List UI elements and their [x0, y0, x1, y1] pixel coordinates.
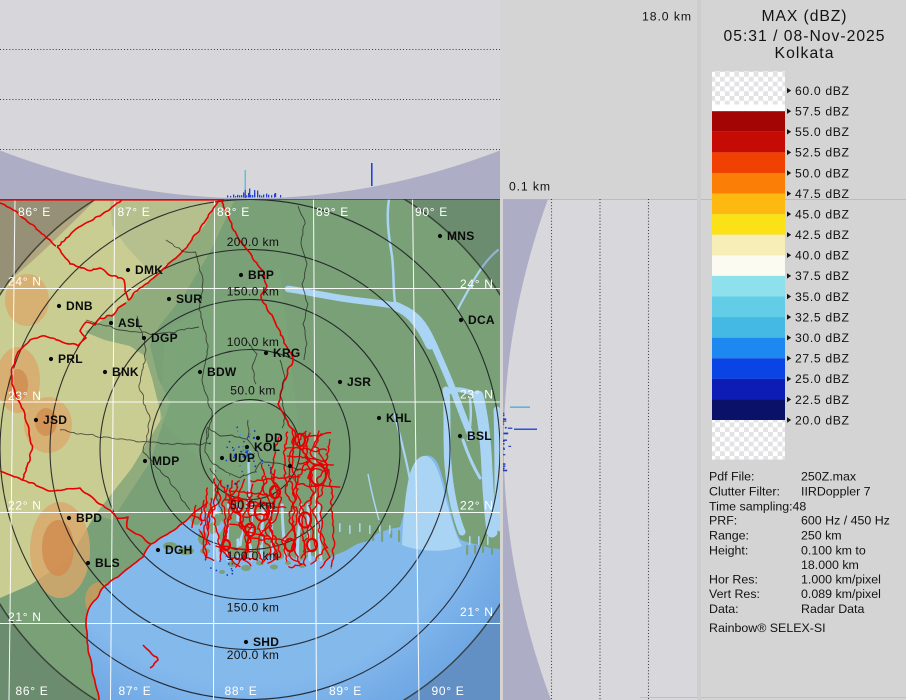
- svg-text:DNB: DNB: [66, 299, 93, 313]
- svg-text:Pdf File:: Pdf File:: [709, 470, 754, 484]
- svg-text:52.5 dBZ: 52.5 dBZ: [795, 146, 850, 160]
- svg-text:50.0 km: 50.0 km: [230, 498, 276, 512]
- svg-text:PRF:: PRF:: [709, 514, 737, 528]
- svg-text:24° N: 24° N: [8, 275, 42, 289]
- svg-text:Radar Data: Radar Data: [801, 602, 864, 616]
- svg-text:55.0 dBZ: 55.0 dBZ: [795, 125, 850, 139]
- svg-text:150.0 km: 150.0 km: [227, 601, 280, 615]
- svg-text:BNK: BNK: [112, 365, 139, 379]
- svg-text:22° N: 22° N: [8, 499, 42, 513]
- svg-text:47.5 dBZ: 47.5 dBZ: [795, 187, 850, 201]
- svg-text:60.0 dBZ: 60.0 dBZ: [795, 84, 850, 98]
- svg-text:SHD: SHD: [253, 635, 279, 649]
- svg-text:18.000 km: 18.000 km: [801, 558, 859, 572]
- svg-text:50.0 km: 50.0 km: [230, 384, 276, 398]
- svg-text:IIRDoppler 7: IIRDoppler 7: [801, 485, 871, 499]
- svg-text:25.0 dBZ: 25.0 dBZ: [795, 372, 850, 386]
- svg-text:23° N: 23° N: [8, 389, 42, 403]
- svg-text:250Z.max: 250Z.max: [801, 470, 857, 484]
- svg-text:Height:: Height:: [709, 544, 748, 558]
- svg-text:BDW: BDW: [207, 365, 237, 379]
- svg-text:90° E: 90° E: [415, 205, 448, 219]
- svg-text:30.0 dBZ: 30.0 dBZ: [795, 331, 850, 345]
- svg-text:DMK: DMK: [135, 263, 163, 277]
- svg-text:PRL: PRL: [58, 352, 83, 366]
- svg-text:KHL: KHL: [386, 411, 412, 425]
- svg-text:86° E: 86° E: [16, 684, 49, 698]
- svg-text:Clutter Filter:: Clutter Filter:: [709, 485, 780, 499]
- svg-text:BRP: BRP: [248, 268, 274, 282]
- svg-text:250 km: 250 km: [801, 529, 842, 543]
- svg-text:05:31 / 08-Nov-2025: 05:31 / 08-Nov-2025: [724, 28, 885, 45]
- svg-text:21° N: 21° N: [460, 605, 494, 619]
- svg-text:BPD: BPD: [76, 511, 102, 525]
- svg-text:0.089 km/pixel: 0.089 km/pixel: [801, 587, 881, 601]
- svg-text:100.0 km: 100.0 km: [227, 549, 280, 563]
- svg-text:DGP: DGP: [151, 331, 178, 345]
- svg-text:1.000 km/pixel: 1.000 km/pixel: [801, 573, 881, 587]
- svg-text:35.0 dBZ: 35.0 dBZ: [795, 290, 850, 304]
- svg-text:Vert Res:: Vert Res:: [709, 587, 760, 601]
- svg-text:Data:: Data:: [709, 602, 739, 616]
- svg-text:SUR: SUR: [176, 292, 202, 306]
- svg-text:BSL: BSL: [467, 429, 492, 443]
- svg-text:100.0 km: 100.0 km: [227, 335, 280, 349]
- svg-text:Kolkata: Kolkata: [775, 45, 834, 62]
- svg-text:87° E: 87° E: [119, 684, 152, 698]
- svg-text:45.0 dBZ: 45.0 dBZ: [795, 207, 850, 221]
- svg-text:86° E: 86° E: [18, 205, 51, 219]
- svg-text:JSR: JSR: [347, 375, 371, 389]
- svg-text:18.0 km: 18.0 km: [642, 10, 691, 24]
- svg-text:KRG: KRG: [273, 346, 301, 360]
- svg-text:21° N: 21° N: [8, 610, 42, 624]
- svg-text:22.5 dBZ: 22.5 dBZ: [795, 393, 850, 407]
- svg-text:MAX (dBZ): MAX (dBZ): [762, 8, 847, 25]
- svg-text:89° E: 89° E: [316, 205, 349, 219]
- svg-text:ASL: ASL: [118, 316, 143, 330]
- svg-text:JSD: JSD: [43, 413, 67, 427]
- svg-text:23° N: 23° N: [460, 388, 494, 402]
- svg-text:24° N: 24° N: [460, 277, 494, 291]
- svg-text:22° N: 22° N: [460, 499, 494, 513]
- svg-text:87° E: 87° E: [118, 205, 151, 219]
- svg-text:UDP: UDP: [229, 451, 255, 465]
- svg-text:0.100 km to: 0.100 km to: [801, 544, 866, 558]
- svg-text:Range:: Range:: [709, 529, 749, 543]
- svg-text:DGH: DGH: [165, 543, 193, 557]
- svg-text:40.0 dBZ: 40.0 dBZ: [795, 249, 850, 263]
- svg-text:200.0 km: 200.0 km: [227, 235, 280, 249]
- svg-text:0.1 km: 0.1 km: [509, 180, 550, 194]
- svg-text:MDP: MDP: [152, 454, 180, 468]
- svg-text:BLS: BLS: [95, 556, 120, 570]
- svg-text:27.5 dBZ: 27.5 dBZ: [795, 352, 850, 366]
- svg-text:150.0 km: 150.0 km: [227, 285, 280, 299]
- svg-text:600 Hz / 450 Hz: 600 Hz / 450 Hz: [801, 514, 890, 528]
- svg-text:DCA: DCA: [468, 313, 495, 327]
- svg-text:89° E: 89° E: [329, 684, 362, 698]
- svg-text:MNS: MNS: [447, 229, 475, 243]
- svg-text:42.5 dBZ: 42.5 dBZ: [795, 228, 850, 242]
- svg-text:37.5 dBZ: 37.5 dBZ: [795, 269, 850, 283]
- svg-text:Time sampling:48: Time sampling:48: [709, 500, 806, 514]
- svg-text:20.0 dBZ: 20.0 dBZ: [795, 413, 850, 427]
- svg-text:Rainbow® SELEX-SI: Rainbow® SELEX-SI: [709, 621, 826, 635]
- svg-text:32.5 dBZ: 32.5 dBZ: [795, 310, 850, 324]
- svg-text:90° E: 90° E: [432, 684, 465, 698]
- svg-text:KOL: KOL: [254, 440, 280, 454]
- svg-text:88° E: 88° E: [225, 684, 258, 698]
- svg-text:200.0 km: 200.0 km: [227, 648, 280, 662]
- svg-text:88° E: 88° E: [217, 205, 250, 219]
- svg-text:Hor Res:: Hor Res:: [709, 573, 758, 587]
- svg-text:57.5 dBZ: 57.5 dBZ: [795, 105, 850, 119]
- svg-text:50.0 dBZ: 50.0 dBZ: [795, 166, 850, 180]
